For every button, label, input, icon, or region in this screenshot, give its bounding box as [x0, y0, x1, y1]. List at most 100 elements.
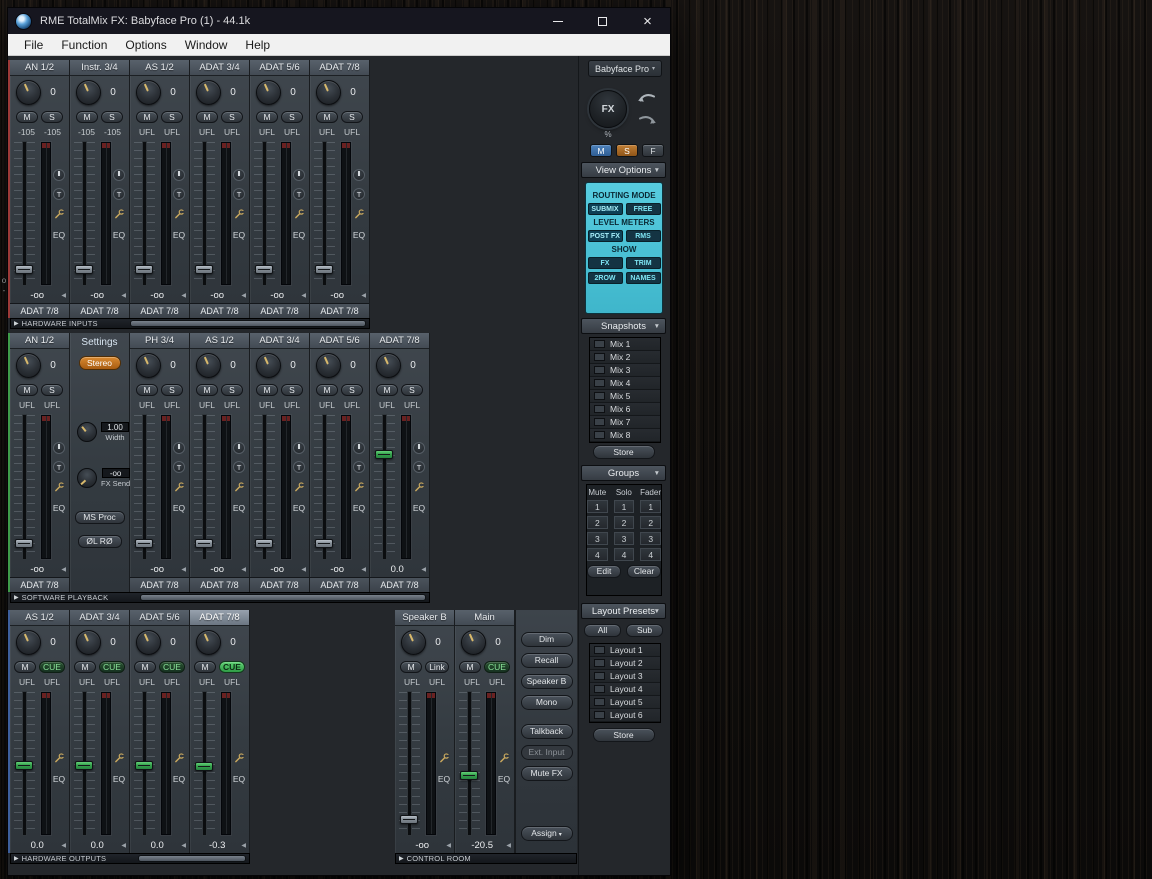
gain-knob[interactable]	[256, 353, 281, 378]
group-cell[interactable]: 4	[613, 548, 635, 561]
mute-button[interactable]: M	[256, 111, 278, 123]
eq-button[interactable]: EQ	[353, 230, 365, 240]
channel-settings-wrench-icon[interactable]	[173, 207, 185, 219]
layouts-sub-button[interactable]: Sub	[626, 624, 663, 637]
output-target[interactable]: ADAT 7/8	[70, 303, 129, 318]
fader-handle[interactable]	[195, 538, 213, 548]
row-collapse-icon[interactable]: ▶	[14, 594, 19, 601]
group-cell[interactable]: 3	[587, 532, 608, 545]
fader-handle[interactable]	[75, 264, 93, 274]
snapshot-item[interactable]: Mix 4	[590, 377, 660, 390]
assign-button[interactable]: Assign ▾	[520, 826, 573, 841]
fader-handle[interactable]	[375, 449, 393, 459]
eq-button[interactable]: EQ	[293, 503, 305, 513]
row-scrollbar[interactable]	[138, 855, 246, 862]
channel-name[interactable]: ADAT 7/8	[370, 333, 429, 349]
fader[interactable]	[254, 415, 275, 559]
trim-button[interactable]: T	[53, 461, 65, 473]
snapshot-item[interactable]: Mix 8	[590, 429, 660, 442]
eq-button[interactable]: EQ	[498, 774, 510, 784]
channel-name[interactable]: ADAT 5/6	[310, 333, 369, 349]
cue-button[interactable]: CUE	[484, 661, 510, 673]
fader-handle[interactable]	[75, 760, 93, 770]
fader-handle[interactable]	[15, 264, 33, 274]
solo-button[interactable]: S	[341, 111, 363, 123]
group-cell[interactable]: 4	[587, 548, 608, 561]
narrow-strip-icon[interactable]: ◀	[241, 566, 246, 573]
channel-settings-wrench-icon[interactable]	[233, 480, 245, 492]
group-cell[interactable]: 2	[640, 516, 662, 529]
narrow-strip-icon[interactable]: ◀	[121, 292, 126, 299]
channel-settings-wrench-icon[interactable]	[53, 480, 65, 492]
channel-name[interactable]: ADAT 3/4	[190, 60, 249, 76]
fader-handle[interactable]	[15, 760, 33, 770]
submix-button[interactable]: SUBMIX	[587, 203, 623, 215]
pan-knob[interactable]	[353, 169, 365, 181]
eq-button[interactable]: EQ	[173, 774, 185, 784]
snapshot-item[interactable]: Mix 6	[590, 403, 660, 416]
pan-knob[interactable]	[113, 169, 125, 181]
output-target[interactable]: ADAT 7/8	[250, 303, 309, 318]
fader-handle[interactable]	[255, 264, 273, 274]
narrow-strip-icon[interactable]: ◀	[241, 842, 246, 849]
mute-button[interactable]: M	[376, 384, 398, 396]
mute-button[interactable]: M	[16, 384, 38, 396]
channel-settings-wrench-icon[interactable]	[53, 751, 65, 763]
fader-handle[interactable]	[460, 770, 478, 780]
mono-button[interactable]: Mono	[520, 695, 573, 710]
channel-settings-wrench-icon[interactable]	[113, 207, 125, 219]
snapshot-item[interactable]: Mix 5	[590, 390, 660, 403]
fader[interactable]	[74, 142, 95, 285]
master-fader-button[interactable]: F	[642, 144, 664, 157]
pan-knob[interactable]	[233, 169, 245, 181]
show-trim-button[interactable]: TRIM	[625, 257, 661, 269]
gain-knob[interactable]	[76, 80, 101, 105]
narrow-strip-icon[interactable]: ◀	[181, 292, 186, 299]
gain-knob[interactable]	[256, 80, 281, 105]
eq-button[interactable]: EQ	[438, 774, 450, 784]
channel-name[interactable]: ADAT 7/8	[190, 610, 249, 626]
master-solo-button[interactable]: S	[616, 144, 638, 157]
narrow-strip-icon[interactable]: ◀	[301, 566, 306, 573]
group-cell[interactable]: 1	[587, 500, 608, 513]
dim-button[interactable]: Dim	[520, 632, 573, 647]
channel-name[interactable]: AS 1/2	[130, 60, 189, 76]
layout-item[interactable]: Layout 5	[590, 696, 660, 709]
stereo-button[interactable]: Stereo	[78, 356, 121, 370]
show-names-button[interactable]: NAMES	[625, 272, 661, 284]
mute-button[interactable]: M	[76, 111, 98, 123]
group-cell[interactable]: 4	[640, 548, 662, 561]
gain-knob[interactable]	[196, 353, 221, 378]
output-target[interactable]: ADAT 7/8	[310, 577, 369, 592]
snapshot-item[interactable]: Mix 1	[590, 338, 660, 351]
gain-knob[interactable]	[401, 630, 426, 655]
mute-button[interactable]: M	[16, 111, 38, 123]
fader[interactable]	[374, 415, 395, 559]
fader[interactable]	[14, 142, 35, 285]
narrow-strip-icon[interactable]: ◀	[241, 292, 246, 299]
mute-button[interactable]: M	[136, 384, 158, 396]
solo-button[interactable]: S	[41, 111, 63, 123]
master-mute-button[interactable]: M	[590, 144, 612, 157]
eq-button[interactable]: EQ	[293, 230, 305, 240]
fader-handle[interactable]	[135, 760, 153, 770]
pan-knob[interactable]	[293, 442, 305, 454]
solo-button[interactable]: S	[281, 384, 303, 396]
channel-settings-wrench-icon[interactable]	[233, 207, 245, 219]
layout-presets-header[interactable]: Layout Presets ▼	[581, 603, 666, 619]
recall-button[interactable]: Recall	[520, 653, 573, 668]
mute-button[interactable]: M	[316, 111, 338, 123]
fx-knob[interactable]: FX	[589, 90, 627, 128]
menu-options[interactable]: Options	[116, 35, 175, 55]
eq-button[interactable]: EQ	[53, 774, 65, 784]
fader[interactable]	[254, 142, 275, 285]
output-target[interactable]: ADAT 7/8	[130, 303, 189, 318]
trim-button[interactable]: T	[293, 461, 305, 473]
channel-settings-wrench-icon[interactable]	[438, 751, 450, 763]
narrow-strip-icon[interactable]: ◀	[301, 292, 306, 299]
groups-clear-button[interactable]: Clear	[627, 565, 661, 578]
gain-knob[interactable]	[136, 80, 161, 105]
cue-button[interactable]: CUE	[159, 661, 185, 673]
fader-handle[interactable]	[195, 264, 213, 274]
channel-name[interactable]: ADAT 3/4	[70, 610, 129, 626]
